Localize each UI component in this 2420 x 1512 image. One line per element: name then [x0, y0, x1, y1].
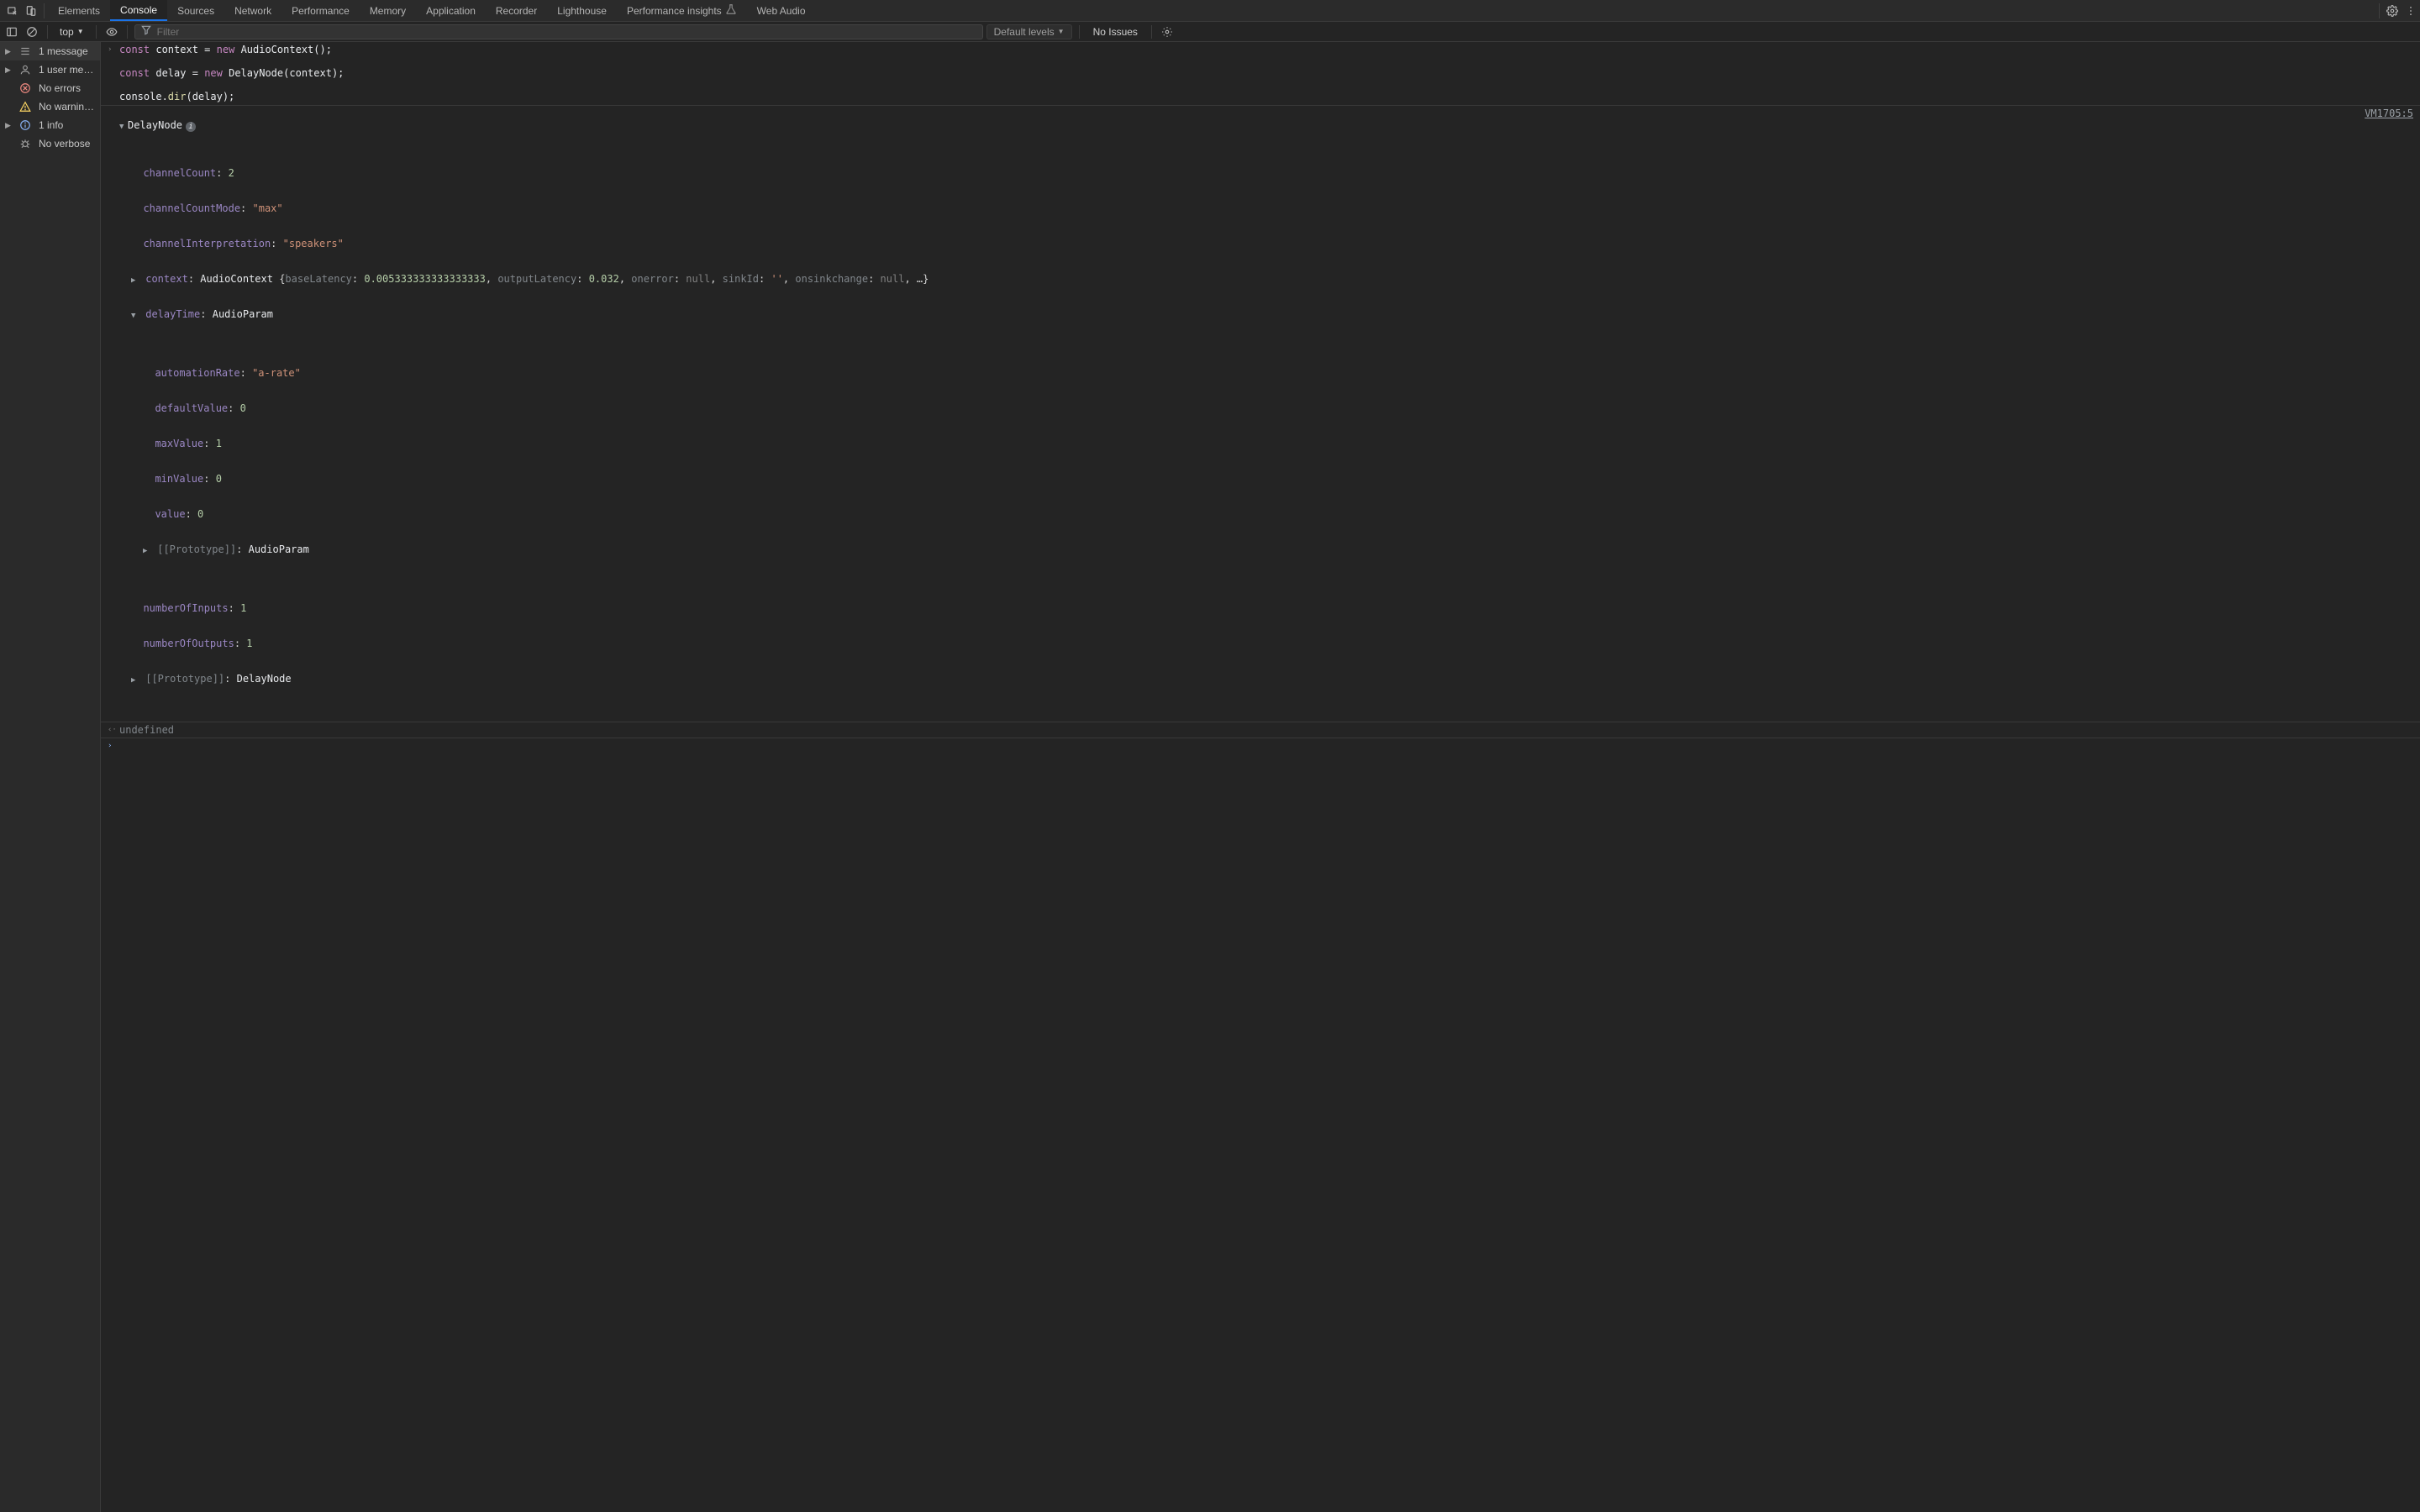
prompt-input[interactable] [119, 740, 2413, 750]
separator [127, 25, 128, 39]
devtools-tabbar: Elements Console Sources Network Perform… [0, 0, 2420, 22]
expand-icon[interactable]: ▶ [5, 47, 12, 56]
separator [47, 25, 48, 39]
clear-console-icon[interactable] [24, 24, 40, 40]
device-toggle-icon[interactable] [22, 2, 40, 20]
tab-memory[interactable]: Memory [360, 0, 416, 21]
caret-right-icon[interactable]: ▶ [131, 676, 139, 685]
console-main: ▶ 1 message ▶ 1 user me… No errors [0, 42, 2420, 1512]
bug-icon [18, 137, 32, 150]
caret-right-icon[interactable]: ▶ [143, 547, 151, 555]
console-dir-output: ▼DelayNodei channelCount: 2 channelCount… [101, 105, 2420, 722]
separator [2379, 3, 2380, 18]
sidebar-item-label: No verbose [39, 138, 90, 150]
toggle-sidebar-icon[interactable] [3, 24, 20, 40]
separator [1151, 25, 1152, 39]
input-chevron-icon: › [108, 44, 119, 102]
prompt-chevron-icon: › [108, 740, 119, 750]
flask-icon [725, 3, 737, 18]
sidebar-item-label: No errors [39, 82, 81, 94]
chevron-down-icon: ▼ [1058, 28, 1065, 35]
settings-icon[interactable] [2383, 2, 2402, 20]
console-sidebar: ▶ 1 message ▶ 1 user me… No errors [0, 42, 101, 1512]
expand-icon[interactable]: ▶ [5, 121, 12, 130]
tab-elements[interactable]: Elements [48, 0, 110, 21]
more-icon[interactable] [2402, 2, 2420, 20]
sidebar-item-verbose[interactable]: No verbose [0, 134, 100, 153]
messages-icon [18, 45, 32, 58]
object-tree[interactable]: ▼DelayNodei channelCount: 2 channelCount… [119, 108, 2348, 720]
user-icon [18, 63, 32, 76]
tab-performance[interactable]: Performance [281, 0, 360, 21]
error-icon [18, 81, 32, 95]
caret-down-icon[interactable]: ▼ [119, 123, 128, 131]
panel-tabs: Elements Console Sources Network Perform… [48, 0, 816, 21]
context-label: top [60, 26, 74, 38]
tab-console[interactable]: Console [110, 0, 167, 21]
chevron-down-icon: ▼ [77, 28, 84, 35]
console-settings-icon[interactable] [1159, 24, 1176, 40]
source-link[interactable]: VM1705:5 [2348, 108, 2413, 720]
sidebar-item-label: No warnin… [39, 101, 94, 113]
tab-label: Performance insights [627, 5, 722, 17]
tab-web-audio[interactable]: Web Audio [747, 0, 816, 21]
sidebar-item-label: 1 info [39, 119, 63, 131]
info-badge-icon[interactable]: i [186, 122, 196, 132]
log-levels-selector[interactable]: Default levels ▼ [986, 24, 1072, 39]
sidebar-item-user-messages[interactable]: ▶ 1 user me… [0, 60, 100, 79]
context-selector[interactable]: top ▼ [55, 26, 89, 38]
filter-icon [140, 24, 152, 39]
caret-down-icon[interactable]: ▼ [131, 312, 139, 320]
caret-right-icon[interactable]: ▶ [131, 276, 139, 285]
console-toolbar: top ▼ Default levels ▼ No Issues [0, 22, 2420, 42]
console-prompt[interactable]: › [101, 738, 2420, 753]
separator [96, 25, 97, 39]
sidebar-item-info[interactable]: ▶ 1 info [0, 116, 100, 134]
object-class-name: DelayNode [128, 119, 182, 131]
warning-icon [18, 100, 32, 113]
levels-label: Default levels [994, 26, 1055, 38]
separator [1079, 25, 1080, 39]
info-icon [18, 118, 32, 132]
issues-counter[interactable]: No Issues [1086, 26, 1144, 38]
inspect-element-icon[interactable] [3, 2, 22, 20]
sidebar-item-label: 1 user me… [39, 64, 93, 76]
result-chevron-icon: ‹· [108, 724, 119, 736]
sidebar-item-label: 1 message [39, 45, 88, 57]
tab-recorder[interactable]: Recorder [486, 0, 547, 21]
tab-application[interactable]: Application [416, 0, 486, 21]
live-expression-icon[interactable] [103, 24, 120, 40]
code-block: const context = new AudioContext(); cons… [119, 44, 2413, 102]
console-result: ‹· undefined [101, 722, 2420, 738]
tab-network[interactable]: Network [224, 0, 281, 21]
console-output[interactable]: › const context = new AudioContext(); co… [101, 42, 2420, 1512]
tab-performance-insights[interactable]: Performance insights [617, 0, 747, 21]
separator [44, 3, 45, 18]
sidebar-item-warnings[interactable]: No warnin… [0, 97, 100, 116]
console-input-echo: › const context = new AudioContext(); co… [101, 42, 2420, 105]
sidebar-item-errors[interactable]: No errors [0, 79, 100, 97]
tab-sources[interactable]: Sources [167, 0, 224, 21]
filter-field[interactable] [134, 24, 983, 39]
result-value: undefined [119, 724, 174, 736]
expand-icon[interactable]: ▶ [5, 66, 12, 75]
tab-lighthouse[interactable]: Lighthouse [547, 0, 617, 21]
filter-input[interactable] [157, 26, 977, 38]
sidebar-item-messages[interactable]: ▶ 1 message [0, 42, 100, 60]
